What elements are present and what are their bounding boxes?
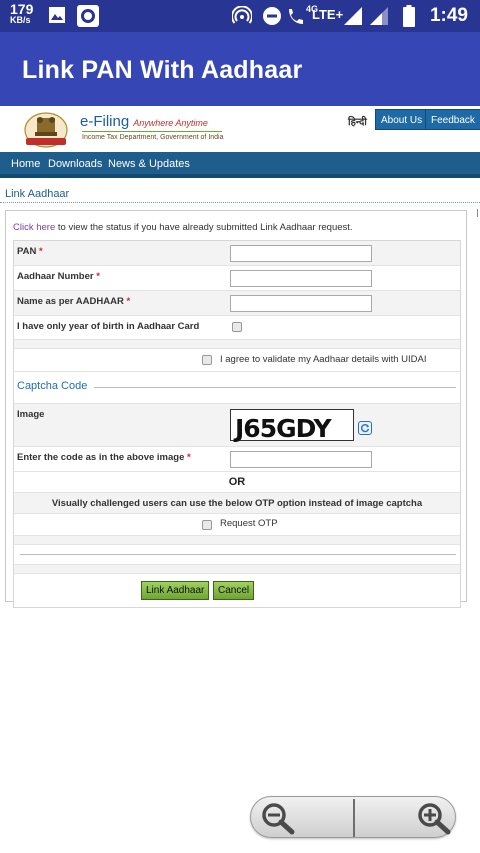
app-title: Link PAN With Aadhaar: [22, 56, 303, 84]
name-label-text: Name as per AADHAAR: [17, 296, 124, 307]
captcha-code-label: Enter the code as in the above image *: [17, 452, 191, 463]
divider-row: [14, 545, 460, 565]
hotspot-icon: [232, 6, 252, 24]
cancel-button[interactable]: Cancel: [213, 581, 255, 600]
request-otp-row: Request OTP: [14, 514, 460, 536]
zoom-in-button[interactable]: [355, 797, 457, 839]
battery-icon: [403, 5, 415, 27]
refresh-captcha-icon[interactable]: [358, 421, 372, 435]
efiling-title: e-Filing: [80, 113, 130, 130]
network-speed-value: 179: [10, 1, 34, 17]
zoom-control: [250, 796, 456, 838]
page-edge: [477, 209, 478, 217]
captcha-heading: Captcha Code: [17, 380, 88, 392]
captcha-image-label: Image: [17, 409, 45, 420]
efiling-subtitle: Income Tax Department, Government of Ind…: [82, 134, 224, 141]
agree-row: I agree to validate my Aadhaar details w…: [14, 349, 460, 372]
request-otp-label: Request OTP: [220, 518, 278, 529]
spacer-row: [14, 340, 460, 349]
pan-label: PAN *: [17, 246, 43, 257]
do-not-disturb-icon: [263, 7, 281, 25]
captcha-image: J65GDY: [230, 409, 354, 443]
otp-hint-row: Visually challenged users can use the be…: [14, 493, 460, 514]
aadhaar-row: Aadhaar Number *: [14, 266, 460, 291]
site-header: e-Filing Anywhere Anytime Income Tax Depa…: [0, 106, 480, 152]
captcha-code-label-text: Enter the code as in the above image: [17, 452, 185, 463]
or-separator: OR: [228, 476, 246, 488]
nav-home[interactable]: Home: [11, 158, 40, 170]
about-us-button[interactable]: About Us: [375, 109, 429, 130]
name-row: Name as per AADHAAR *: [14, 291, 460, 316]
agree-checkbox[interactable]: [202, 355, 212, 365]
efiling-tagline: Anywhere Anytime: [133, 118, 208, 128]
name-input[interactable]: [230, 295, 372, 312]
captcha-text: J65GDY: [235, 414, 332, 443]
captcha-heading-rule: [94, 387, 456, 388]
clock: 1:49: [429, 5, 468, 26]
zoom-out-icon: [262, 803, 295, 835]
aadhaar-input[interactable]: [230, 270, 372, 287]
image-icon: [49, 7, 65, 23]
pan-input[interactable]: [230, 245, 372, 262]
nav-downloads[interactable]: Downloads: [48, 158, 102, 170]
spacer-row: [14, 536, 460, 545]
pan-label-text: PAN: [17, 246, 37, 257]
pan-row: PAN *: [14, 241, 460, 266]
yob-checkbox[interactable]: [232, 322, 242, 332]
yob-label: I have only year of birth in Aadhaar Car…: [17, 321, 200, 332]
form-divider: [20, 554, 456, 555]
spacer-row: [14, 565, 460, 574]
aadhaar-label: Aadhaar Number *: [17, 271, 100, 282]
yob-row: I have only year of birth in Aadhaar Car…: [14, 316, 460, 340]
captcha-code-row: Enter the code as in the above image *: [14, 447, 460, 472]
webview: e-Filing Anywhere Anytime Income Tax Depa…: [0, 106, 480, 853]
required-mark: *: [39, 246, 43, 257]
captcha-heading-row: Captcha Code: [14, 372, 460, 404]
required-mark: *: [187, 452, 191, 463]
captcha-code-input[interactable]: [230, 451, 372, 468]
section-divider: [0, 202, 480, 203]
efiling-brand: e-Filing Anywhere Anytime: [80, 113, 208, 130]
emblem-logo-icon[interactable]: [20, 108, 76, 150]
link-aadhaar-button[interactable]: Link Aadhaar: [141, 581, 210, 600]
app-bar: Link PAN With Aadhaar: [0, 32, 480, 106]
wifi-calling-icon: [289, 9, 303, 24]
required-mark: *: [126, 296, 131, 307]
or-row: OR: [14, 472, 460, 493]
signal-icon: [370, 7, 388, 25]
signal-icon: [344, 7, 362, 25]
required-mark: *: [96, 271, 100, 282]
network-speed: 179 KB/s: [10, 1, 34, 26]
status-hint: Click here to view the status if you hav…: [13, 222, 353, 233]
record-icon: [77, 5, 99, 27]
brand-underline: [82, 131, 222, 132]
status-bar: 179 KB/s 4G LTE+ 1:49: [0, 0, 480, 32]
request-otp-checkbox[interactable]: [202, 520, 212, 530]
actions-row: Link Aadhaar Cancel: [14, 574, 460, 607]
aadhaar-label-text: Aadhaar Number: [17, 271, 94, 282]
name-label: Name as per AADHAAR *: [17, 296, 130, 307]
feedback-button[interactable]: Feedback: [425, 109, 480, 130]
section-title: Link Aadhaar: [5, 188, 70, 200]
captcha-image-row: Image J65GDY: [14, 404, 460, 447]
link-aadhaar-form: PAN * Aadhaar Number * Name as per AADHA…: [13, 240, 461, 608]
zoom-out-button[interactable]: [251, 797, 353, 839]
otp-hint: Visually challenged users can use the be…: [51, 498, 423, 509]
agree-label: I agree to validate my Aadhaar details w…: [220, 354, 427, 365]
link-aadhaar-card: Click here to view the status if you hav…: [5, 210, 467, 608]
nav-news-updates[interactable]: News & Updates: [108, 158, 190, 170]
hindi-language-link[interactable]: हिन्दी: [348, 114, 367, 128]
lte-label: LTE+: [312, 7, 344, 22]
click-here-link[interactable]: Click here: [13, 222, 55, 233]
zoom-in-icon: [418, 803, 451, 835]
site-nav: Home Downloads News & Updates: [0, 152, 480, 178]
network-speed-unit: KB/s: [10, 15, 31, 25]
status-hint-text: to view the status if you have already s…: [55, 222, 353, 233]
